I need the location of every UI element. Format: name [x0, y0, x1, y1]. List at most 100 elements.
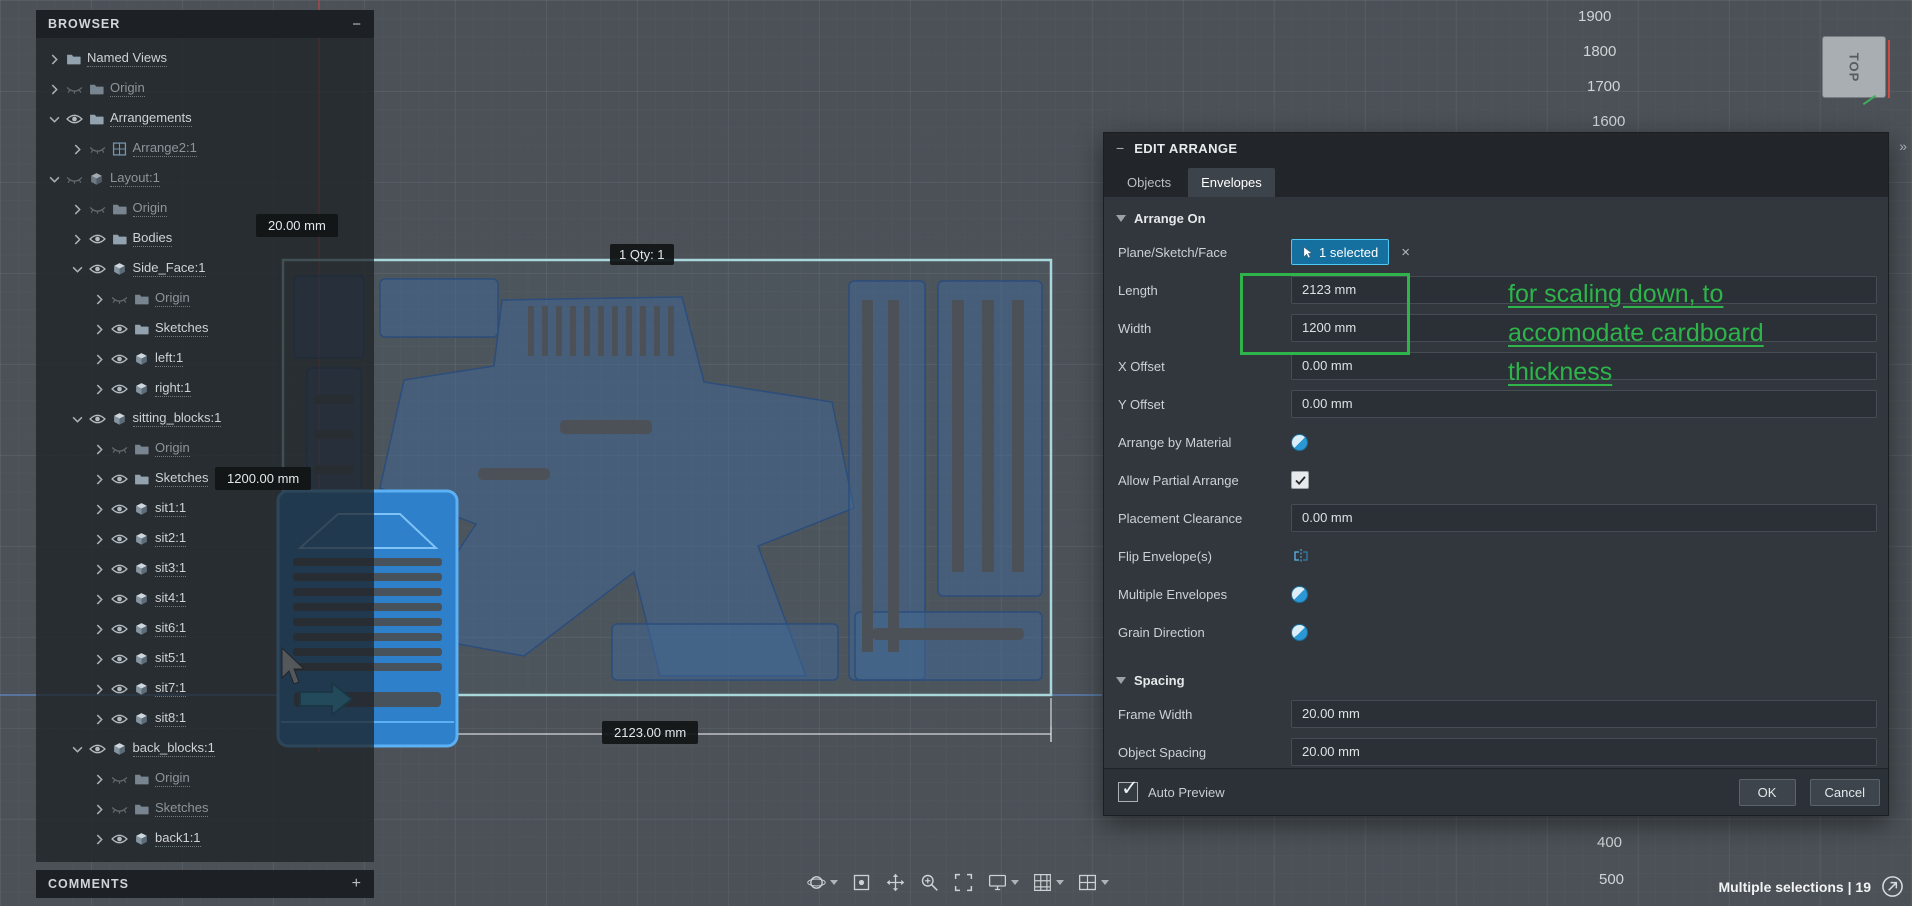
pan-icon[interactable] — [885, 872, 906, 893]
plane-selection-button[interactable]: 1 selected — [1291, 239, 1390, 265]
minimize-browser-icon[interactable]: − — [352, 16, 362, 33]
chevron-down-icon[interactable] — [72, 744, 83, 755]
browser-item-sketches[interactable]: Sketches — [36, 464, 374, 494]
dropdown-caret-icon[interactable] — [1011, 880, 1019, 885]
multiple-envelopes-toggle[interactable] — [1291, 585, 1308, 603]
chevron-right-icon[interactable] — [94, 804, 105, 815]
eye-icon[interactable] — [88, 263, 106, 275]
eye-off-icon[interactable] — [111, 773, 128, 785]
chevron-right-icon[interactable] — [94, 564, 105, 575]
chevron-right-icon[interactable] — [72, 204, 83, 215]
chevron-right-icon[interactable] — [72, 234, 83, 245]
checkbox-checked-icon[interactable] — [1118, 776, 1139, 802]
chevron-down-icon[interactable] — [49, 114, 60, 125]
grid-settings-icon[interactable] — [1032, 872, 1064, 893]
eye-off-icon[interactable] — [111, 293, 128, 305]
eye-icon[interactable] — [111, 623, 128, 635]
chevron-right-icon[interactable] — [94, 594, 105, 605]
eye-icon[interactable] — [111, 473, 128, 485]
chevron-right-icon[interactable] — [94, 324, 105, 335]
orbit-icon[interactable] — [806, 872, 838, 893]
auto-preview-checkbox[interactable]: Auto Preview — [1118, 776, 1225, 802]
viewcube[interactable]: TOP — [1822, 36, 1886, 98]
viewcube-top-face[interactable]: TOP — [1847, 52, 1862, 82]
frame-width-input[interactable]: 20.00 mm — [1291, 700, 1877, 728]
browser-item-sketches[interactable]: Sketches — [36, 314, 374, 344]
display-settings-icon[interactable] — [987, 872, 1019, 893]
browser-item-sit1-1[interactable]: sit1:1 — [36, 494, 374, 524]
eye-off-icon[interactable] — [89, 203, 106, 215]
chevron-right-icon[interactable] — [94, 384, 105, 395]
browser-item-sit2-1[interactable]: sit2:1 — [36, 524, 374, 554]
eye-icon[interactable] — [111, 323, 128, 335]
add-comment-icon[interactable]: + — [352, 875, 362, 893]
eye-icon[interactable] — [111, 383, 128, 395]
browser-item-sit3-1[interactable]: sit3:1 — [36, 554, 374, 584]
browser-item-origin[interactable]: Origin — [36, 284, 374, 314]
dialog-header[interactable]: − EDIT ARRANGE — [1104, 133, 1888, 163]
flip-envelopes-button[interactable] — [1291, 546, 1311, 566]
eye-icon[interactable] — [111, 713, 128, 725]
chevron-right-icon[interactable] — [94, 444, 105, 455]
eye-off-icon[interactable] — [66, 173, 83, 185]
selection-indicator-icon[interactable] — [1881, 875, 1904, 898]
chevron-right-icon[interactable] — [94, 354, 105, 365]
browser-item-sit8-1[interactable]: sit8:1 — [36, 704, 374, 734]
browser-item-arrangements[interactable]: Arrangements — [36, 104, 374, 134]
browser-item-layout-1[interactable]: Layout:1 — [36, 164, 374, 194]
eye-icon[interactable] — [111, 563, 128, 575]
eye-icon[interactable] — [111, 683, 128, 695]
clear-selection-icon[interactable]: × — [1401, 244, 1410, 261]
cancel-button[interactable]: Cancel — [1809, 778, 1880, 806]
chevron-right-icon[interactable] — [72, 144, 83, 155]
browser-item-sit5-1[interactable]: sit5:1 — [36, 644, 374, 674]
chevron-right-icon[interactable] — [94, 654, 105, 665]
chevron-down-icon[interactable] — [72, 414, 83, 425]
browser-item-back1-1[interactable]: back1:1 — [36, 824, 374, 854]
browser-item-back-blocks-1[interactable]: back_blocks:1 — [36, 734, 374, 764]
expand-panel-icon[interactable]: » — [1899, 138, 1907, 154]
browser-item-sit6-1[interactable]: sit6:1 — [36, 614, 374, 644]
viewports-icon[interactable] — [1077, 872, 1109, 893]
browser-header[interactable]: BROWSER − — [36, 10, 374, 38]
tab-objects[interactable]: Objects — [1114, 168, 1184, 197]
collapse-dialog-icon[interactable]: − — [1116, 140, 1124, 156]
browser-item-origin[interactable]: Origin — [36, 764, 374, 794]
browser-item-left-1[interactable]: left:1 — [36, 344, 374, 374]
chevron-right-icon[interactable] — [94, 834, 105, 845]
eye-icon[interactable] — [111, 593, 128, 605]
grain-direction-toggle[interactable] — [1291, 623, 1308, 641]
eye-icon[interactable] — [88, 413, 106, 425]
browser-item-sit4-1[interactable]: sit4:1 — [36, 584, 374, 614]
section-arrange-on[interactable]: Arrange On — [1104, 203, 1888, 233]
fit-icon[interactable] — [953, 872, 974, 893]
chevron-right-icon[interactable] — [94, 534, 105, 545]
allow-partial-arrange-checkbox[interactable] — [1291, 471, 1309, 489]
chevron-down-icon[interactable] — [72, 264, 83, 275]
eye-icon[interactable] — [111, 353, 128, 365]
y-offset-input[interactable]: 0.00 mm — [1291, 390, 1877, 418]
chevron-right-icon[interactable] — [94, 624, 105, 635]
chevron-right-icon[interactable] — [94, 714, 105, 725]
zoom-icon[interactable] — [919, 872, 940, 893]
dropdown-caret-icon[interactable] — [1101, 880, 1109, 885]
look-at-icon[interactable] — [851, 872, 872, 893]
chevron-right-icon[interactable] — [49, 84, 60, 95]
dropdown-caret-icon[interactable] — [830, 880, 838, 885]
eye-icon[interactable] — [111, 653, 128, 665]
chevron-right-icon[interactable] — [94, 504, 105, 515]
eye-off-icon[interactable] — [111, 803, 128, 815]
browser-item-sit7-1[interactable]: sit7:1 — [36, 674, 374, 704]
chevron-right-icon[interactable] — [94, 684, 105, 695]
browser-item-right-1[interactable]: right:1 — [36, 374, 374, 404]
browser-item-sitting-blocks-1[interactable]: sitting_blocks:1 — [36, 404, 374, 434]
chevron-down-icon[interactable] — [49, 174, 60, 185]
chevron-right-icon[interactable] — [49, 54, 60, 65]
comments-panel[interactable]: COMMENTS + — [36, 870, 374, 898]
placement-clearance-input[interactable]: 0.00 mm — [1291, 504, 1877, 532]
chevron-right-icon[interactable] — [94, 474, 105, 485]
tab-envelopes[interactable]: Envelopes — [1188, 168, 1275, 197]
arrange-by-material-toggle[interactable] — [1291, 433, 1308, 451]
eye-icon[interactable] — [66, 113, 83, 125]
ok-button[interactable]: OK — [1738, 778, 1796, 806]
